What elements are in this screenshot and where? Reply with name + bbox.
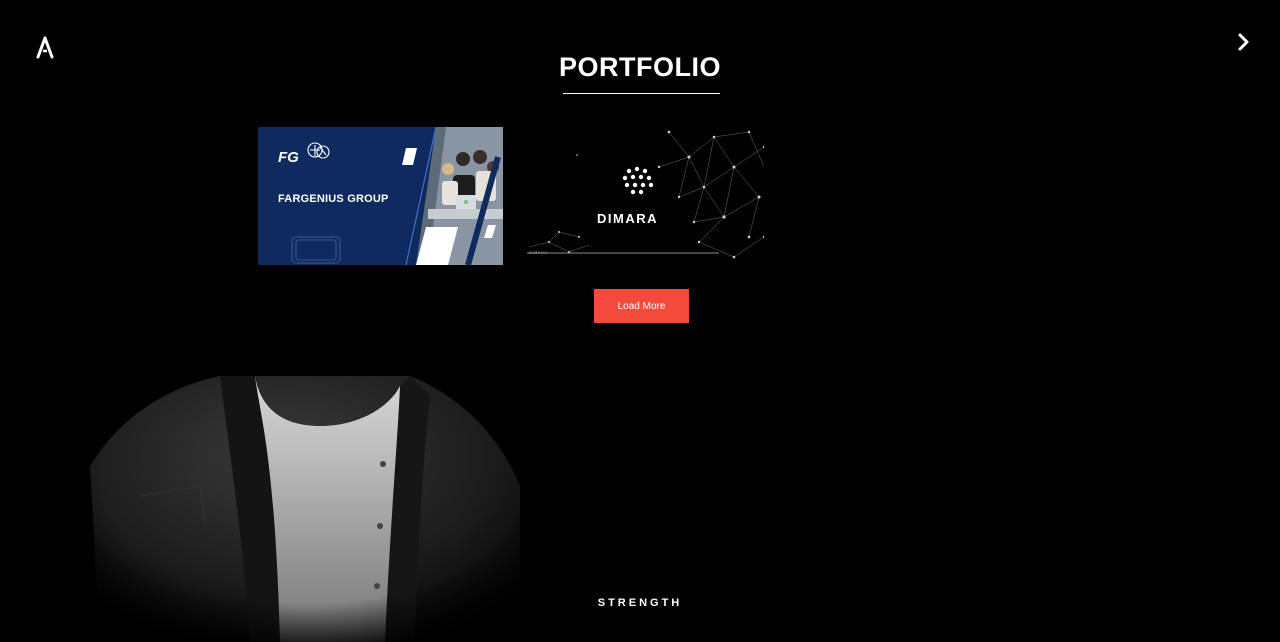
card-label: DIMARA	[597, 211, 658, 226]
portfolio-card-fargenius[interactable]: FG FARGENIUS GROUP	[258, 127, 503, 265]
dimara-network-artwork	[527, 130, 764, 259]
portfolio-page: PORTFOLIO FG FARGENIUS GROUP DIMARA DIMA…	[0, 0, 1280, 642]
card-label: FARGENIUS GROUP	[278, 193, 389, 205]
portfolio-card-dimara[interactable]: DIMARA DIMARA	[519, 127, 764, 265]
card-small-label: DIMARA	[529, 250, 548, 255]
chevron-right-icon[interactable]	[1234, 32, 1254, 52]
hero-caption: STRENGTH	[597, 597, 683, 609]
title-underline	[563, 93, 720, 94]
fg-mark: FG	[278, 149, 299, 166]
section-title: PORTFOLIO	[559, 52, 721, 82]
load-more-button[interactable]: Load More	[594, 289, 689, 323]
